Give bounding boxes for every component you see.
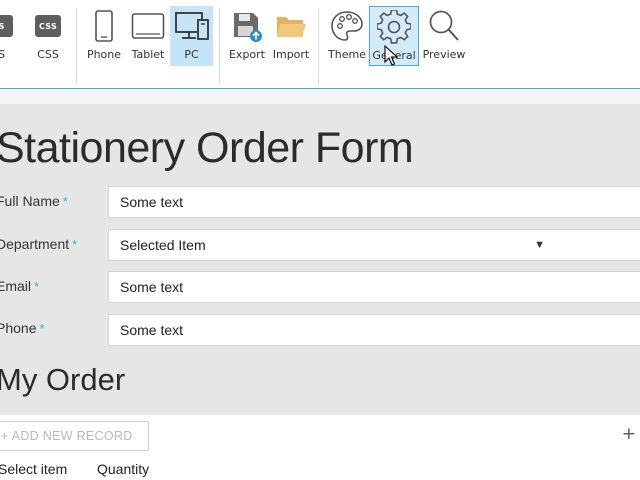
ribbon-separator	[318, 8, 319, 84]
column-header-quantity: Quantity	[97, 461, 150, 477]
required-marker: *	[72, 237, 78, 252]
export-label: Export	[228, 48, 265, 61]
canvas-top-gap	[0, 89, 640, 104]
form-title: Stationery Order Form	[0, 124, 414, 172]
js-label: JS	[0, 48, 6, 61]
pc-label: PC	[184, 48, 199, 61]
tablet-icon	[129, 8, 167, 44]
magnifier-icon	[424, 8, 464, 44]
phone-icon	[86, 8, 122, 44]
add-new-record-button[interactable]: + ADD NEW RECORD	[0, 421, 149, 451]
pc-view-button[interactable]: PC	[170, 6, 213, 66]
phone-label: Phone *	[0, 320, 45, 336]
phone-label-text: Phone	[0, 320, 37, 336]
app-window: JS JS CSS CSS Phone	[0, 0, 640, 480]
mouse-cursor-icon	[384, 45, 398, 66]
preview-label: Preview	[422, 48, 466, 61]
export-save-icon	[229, 8, 265, 44]
export-button[interactable]: Export	[229, 6, 265, 66]
required-marker: *	[34, 279, 40, 294]
email-label-text: Email	[0, 278, 32, 294]
phone-value: Some text	[120, 322, 184, 338]
preview-button[interactable]: Preview	[423, 6, 465, 66]
folder-icon	[273, 8, 309, 44]
ribbon-toolbar: JS JS CSS CSS Phone	[0, 0, 640, 89]
department-label: Department *	[0, 236, 77, 252]
email-input[interactable]: Some text	[108, 271, 640, 303]
full-name-label-text: Full Name	[0, 193, 60, 209]
column-header-select-item: Select item	[0, 461, 68, 477]
email-value: Some text	[120, 279, 184, 295]
phone-label: Phone	[86, 48, 122, 61]
required-marker: *	[39, 321, 45, 336]
phone-input[interactable]: Some text	[108, 314, 640, 346]
email-label: Email *	[0, 278, 39, 294]
tablet-view-button[interactable]: Tablet	[129, 6, 167, 66]
department-select[interactable]: Selected Item ▼	[108, 229, 640, 261]
full-name-label: Full Name *	[0, 193, 68, 209]
js-button[interactable]: JS JS	[0, 6, 18, 66]
theme-button[interactable]: Theme	[328, 6, 366, 66]
css-icon: CSS	[30, 8, 66, 44]
css-button[interactable]: CSS CSS	[30, 6, 66, 66]
my-order-title: My Order	[0, 362, 126, 397]
pc-icon	[170, 8, 213, 44]
css-label: CSS	[37, 48, 59, 61]
ribbon-separator	[219, 8, 220, 84]
ribbon-separator	[76, 8, 77, 84]
chevron-down-icon[interactable]: ▼	[534, 230, 545, 260]
required-marker: *	[62, 194, 68, 209]
full-name-value: Some text	[120, 194, 184, 210]
palette-icon	[328, 8, 366, 44]
department-value: Selected Item	[120, 237, 206, 253]
full-name-input[interactable]: Some text	[108, 186, 640, 218]
import-label: Import	[272, 48, 310, 61]
add-icon[interactable]: +	[622, 424, 636, 444]
gear-icon	[370, 9, 418, 45]
department-label-text: Department	[0, 236, 70, 252]
phone-view-button[interactable]: Phone	[86, 6, 122, 66]
js-icon: JS	[0, 8, 18, 44]
import-button[interactable]: Import	[273, 6, 309, 66]
